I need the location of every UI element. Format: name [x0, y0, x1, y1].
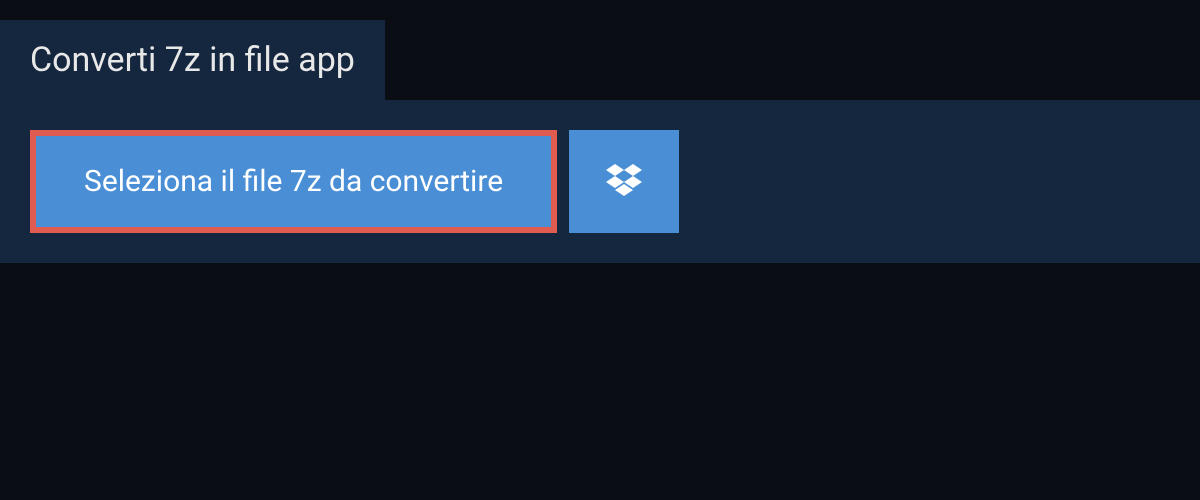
- select-file-label: Seleziona il file 7z da convertire: [84, 164, 503, 199]
- main-panel: Seleziona il file 7z da convertire: [0, 100, 1200, 263]
- dropbox-button[interactable]: [569, 130, 679, 233]
- button-row: Seleziona il file 7z da convertire: [30, 130, 1170, 233]
- header-tab: Converti 7z in file app: [0, 20, 385, 100]
- page-title: Converti 7z in file app: [30, 40, 355, 80]
- select-file-button[interactable]: Seleziona il file 7z da convertire: [30, 130, 557, 233]
- dropbox-icon: [606, 164, 642, 200]
